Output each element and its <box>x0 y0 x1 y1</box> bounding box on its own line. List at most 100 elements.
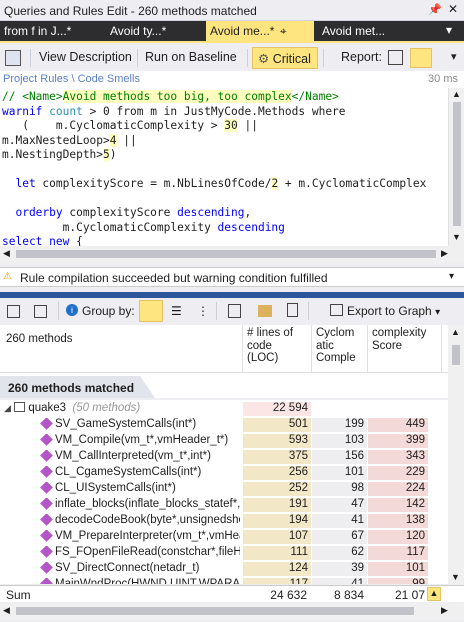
expand-all-icon[interactable] <box>7 305 20 318</box>
column-divider[interactable] <box>441 325 442 373</box>
report-bars-icon[interactable] <box>388 50 403 65</box>
save-icon[interactable] <box>5 50 21 66</box>
toolbar-divider <box>30 49 31 67</box>
editor-horizontal-scrollbar[interactable]: ◀ ▶ <box>0 246 464 263</box>
method-loc: 501 <box>243 418 311 432</box>
table-row[interactable]: inflate_blocks(inflate_blocks_statef*,z 1… <box>0 497 448 513</box>
scroll-thumb[interactable] <box>16 250 436 258</box>
editor-vertical-scrollbar[interactable]: ▲ ▼ <box>448 88 464 246</box>
code-keyword: descending <box>217 220 285 234</box>
query-time: 30 ms <box>428 73 458 85</box>
method-icon <box>40 498 53 510</box>
breadcrumb: Project Rules \ Code Smells 30 ms <box>0 71 464 88</box>
table-row[interactable]: SV_GameSystemCalls(int*) 501 199 449 <box>0 417 448 433</box>
assembly-loc: 22 594 <box>243 402 311 416</box>
method-cell: VM_CallInterpreted(vm_t*,int*) <box>40 450 240 462</box>
info-icon[interactable]: i <box>66 304 78 316</box>
pin-icon[interactable]: 📌 <box>428 3 442 17</box>
assembly-row[interactable]: ◢ quake3 (50 methods) 22 594 <box>0 401 448 417</box>
scroll-thumb[interactable] <box>453 102 461 226</box>
results-toolbar: i Group by: ☰ ⋮ Export to Graph ▾ <box>0 298 464 325</box>
column-divider[interactable] <box>311 325 312 373</box>
scroll-up-icon[interactable]: ▲ <box>452 89 461 99</box>
toolbar-overflow-icon[interactable]: ▾ <box>451 50 457 63</box>
scroll-thumb[interactable] <box>452 345 460 365</box>
report-doc-icon[interactable] <box>410 48 432 68</box>
method-name: SV_GameSystemCalls(int*) <box>55 418 197 430</box>
scroll-right-icon[interactable]: ▶ <box>441 248 448 259</box>
column-cc-header[interactable]: Cyclom atic Comple <box>316 327 366 371</box>
tab-query-active[interactable]: Avoid me...* ⌖ <box>206 21 314 41</box>
scroll-thumb[interactable] <box>16 607 414 615</box>
table-row[interactable]: CL_CgameSystemCalls(int*) 256 101 229 <box>0 465 448 481</box>
tab-query-4[interactable]: Avoid met... <box>318 21 438 41</box>
table-row[interactable]: CL_UISystemCalls(int*) 252 98 224 <box>0 481 448 497</box>
chevron-down-icon[interactable]: ▾ <box>449 271 454 282</box>
method-cc: 47 <box>312 498 367 512</box>
code-editor[interactable]: // <Name>Avoid methods too big, too comp… <box>0 88 448 246</box>
collapse-all-icon[interactable] <box>34 305 47 318</box>
column-loc-header[interactable]: # lines of code (LOC) <box>247 327 309 371</box>
critical-toggle[interactable]: ⚙ Critical <box>252 47 318 69</box>
close-icon[interactable]: ✕ <box>448 2 460 16</box>
table-row[interactable]: VM_CallInterpreted(vm_t*,int*) 375 156 343 <box>0 449 448 465</box>
method-name: decodeCodeBook(byte*,unsignedshor <box>55 514 240 526</box>
scroll-up-icon[interactable]: ▲ <box>451 327 460 337</box>
method-loc: 124 <box>243 562 311 576</box>
grid-horizontal-scrollbar[interactable]: ◀ ▶ <box>0 603 464 620</box>
assembly-cell: ◢ quake3 (50 methods) <box>4 402 240 414</box>
export-to-graph-button[interactable]: Export to Graph ▾ <box>330 304 440 318</box>
sum-cc: 8 834 <box>333 588 364 602</box>
method-cc: 156 <box>312 450 367 464</box>
scroll-down-icon[interactable]: ▼ <box>452 232 461 242</box>
method-icon <box>40 482 53 494</box>
run-on-baseline-button[interactable]: Run on Baseline <box>140 47 242 69</box>
expand-sum-icon[interactable]: ▲ <box>427 587 441 601</box>
toolbar-divider <box>216 302 217 320</box>
group-by-list-icon[interactable]: ⋮ <box>197 304 209 318</box>
view-description-button[interactable]: View Description <box>34 47 137 69</box>
group-by-namespace-button[interactable] <box>139 300 163 322</box>
group-by-tree-icon[interactable]: ☰ <box>171 304 182 318</box>
scroll-left-icon[interactable]: ◀ <box>3 248 10 259</box>
method-icon <box>40 530 53 542</box>
breadcrumb-path[interactable]: Project Rules \ Code Smells <box>3 73 140 85</box>
table-row[interactable]: SV_DirectConnect(netadr_t) 124 39 101 <box>0 561 448 577</box>
method-icon <box>40 466 53 478</box>
sum-loc: 24 632 <box>270 588 307 602</box>
group-title: 260 methods matched <box>0 376 155 398</box>
scroll-left-icon[interactable]: ◀ <box>3 605 10 616</box>
method-icon <box>40 514 53 526</box>
document-icon[interactable] <box>287 303 298 317</box>
method-cc: 39 <box>312 562 367 576</box>
column-divider[interactable] <box>367 325 368 373</box>
toolbar-divider <box>323 49 324 67</box>
column-divider[interactable] <box>242 325 243 373</box>
pin-icon[interactable]: ⌖ <box>280 24 287 38</box>
method-score: 229 <box>368 466 428 480</box>
tab-dropdown-icon[interactable]: ▾ <box>446 23 452 37</box>
table-row[interactable]: VM_Compile(vm_t*,vmHeader_t*) 593 103 399 <box>0 433 448 449</box>
code-text: || <box>237 119 258 132</box>
export-excel-icon[interactable] <box>228 304 241 318</box>
scroll-right-icon[interactable]: ▶ <box>441 605 448 616</box>
column-name-header[interactable]: 260 methods <box>6 333 73 377</box>
table-row[interactable]: FS_FOpenFileRead(constchar*,fileHa 111 62 1… <box>0 545 448 561</box>
code-comment: </Name> <box>291 90 339 103</box>
grid-vertical-scrollbar[interactable]: ▲ ▼ <box>448 325 464 585</box>
tab-query-2[interactable]: Avoid ty...* <box>106 21 206 41</box>
column-score-header[interactable]: complexity Score <box>372 327 440 371</box>
collapse-icon[interactable]: ◢ <box>4 403 11 413</box>
code-text: > 0 from m in JustMyCode.Methods where <box>89 104 346 118</box>
results-grid: ◢ quake3 (50 methods) 22 594 SV_GameSyst… <box>0 400 448 584</box>
folder-icon[interactable] <box>258 305 272 317</box>
table-row[interactable]: decodeCodeBook(byte*,unsignedshor 194 41 13… <box>0 513 448 529</box>
method-icon <box>40 562 53 574</box>
table-row[interactable]: MainWndProc(HWND,UINT,WPARAM 117 41 99 <box>0 577 448 584</box>
tab-query-1[interactable]: from f in J...* <box>0 21 106 41</box>
method-score: 101 <box>368 562 428 576</box>
method-score: 120 <box>368 530 428 544</box>
sum-row: Sum 24 632 8 834 21 07 ▲ <box>0 585 464 602</box>
table-row[interactable]: VM_PrepareInterpreter(vm_t*,vmHeac 107 67 1… <box>0 529 448 545</box>
scroll-down-icon[interactable]: ▼ <box>451 572 460 582</box>
